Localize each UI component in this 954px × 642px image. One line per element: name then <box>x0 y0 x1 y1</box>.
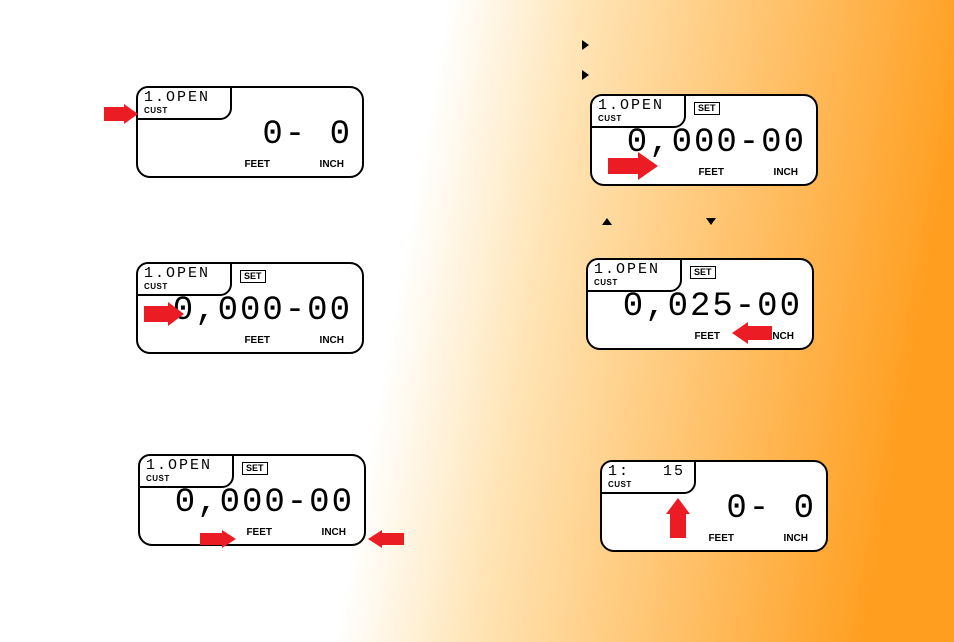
cust-label: CUST <box>144 106 168 115</box>
cust-label: CUST <box>598 114 622 123</box>
lcd-tab: 1.OPEN CUST <box>586 258 682 292</box>
unit-feet-label: FEET <box>694 331 720 342</box>
lcd-digits: 0,025-00 <box>588 288 802 326</box>
lcd-digits: 0,000-00 <box>138 292 352 330</box>
lcd-tab: 1.OPEN CUST <box>136 262 232 296</box>
tab-top-text: 1.OPEN <box>146 457 212 474</box>
red-arrow-icon <box>104 104 138 124</box>
cust-label: CUST <box>594 278 618 287</box>
lcd-digits: 0- 0 <box>138 116 352 154</box>
unit-inch-label: INCH <box>322 527 346 538</box>
down-triangle-icon <box>706 218 716 225</box>
lcd-tab: 1.OPEN CUST <box>138 454 234 488</box>
unit-inch-label: INCH <box>770 331 794 342</box>
lcd-digits: 0- 0 <box>602 490 816 528</box>
unit-inch-label: INCH <box>320 335 344 346</box>
lcd-panel-6: 1: 15 CUST 0- 0 FEET INCH <box>600 460 828 552</box>
lcd-panel-4: 1.OPEN CUST SET 0,000-00 FEET INCH <box>590 94 818 186</box>
unit-feet-label: FEET <box>708 533 734 544</box>
lcd-digits: 0,000-00 <box>592 124 806 162</box>
red-arrow-icon <box>368 530 404 548</box>
tab-top-text: 1.OPEN <box>594 261 660 278</box>
lcd-panel-1: 1.OPEN CUST 0- 0 FEET INCH <box>136 86 364 178</box>
tab-top-text: 1: 15 <box>608 463 685 480</box>
lcd-panel-5: 1.OPEN CUST SET 0,025-00 FEET INCH <box>586 258 814 350</box>
cust-label: CUST <box>144 282 168 291</box>
cust-label: CUST <box>608 480 632 489</box>
unit-feet-label: FEET <box>698 167 724 178</box>
cust-label: CUST <box>146 474 170 483</box>
lcd-tab: 1: 15 CUST <box>600 460 696 494</box>
set-badge: SET <box>242 462 268 475</box>
set-badge: SET <box>694 102 720 115</box>
set-badge: SET <box>240 270 266 283</box>
lcd-digits: 0,000-00 <box>140 484 354 522</box>
lcd-tab: 1.OPEN CUST <box>136 86 232 120</box>
unit-feet-label: FEET <box>246 527 272 538</box>
unit-inch-label: INCH <box>320 159 344 170</box>
tab-top-text: 1.OPEN <box>144 265 210 282</box>
bullet-triangle <box>582 70 589 80</box>
unit-feet-label: FEET <box>244 335 270 346</box>
up-triangle-icon <box>602 218 612 225</box>
lcd-panel-3: 1.OPEN CUST SET 0,000-00 FEET INCH <box>138 454 366 546</box>
unit-inch-label: INCH <box>774 167 798 178</box>
lcd-tab: 1.OPEN CUST <box>590 94 686 128</box>
tab-top-text: 1.OPEN <box>144 89 210 106</box>
bullet-triangle <box>582 40 589 50</box>
unit-inch-label: INCH <box>784 533 808 544</box>
lcd-panel-2: 1.OPEN CUST SET 0,000-00 FEET INCH <box>136 262 364 354</box>
tab-top-text: 1.OPEN <box>598 97 664 114</box>
set-badge: SET <box>690 266 716 279</box>
unit-feet-label: FEET <box>244 159 270 170</box>
